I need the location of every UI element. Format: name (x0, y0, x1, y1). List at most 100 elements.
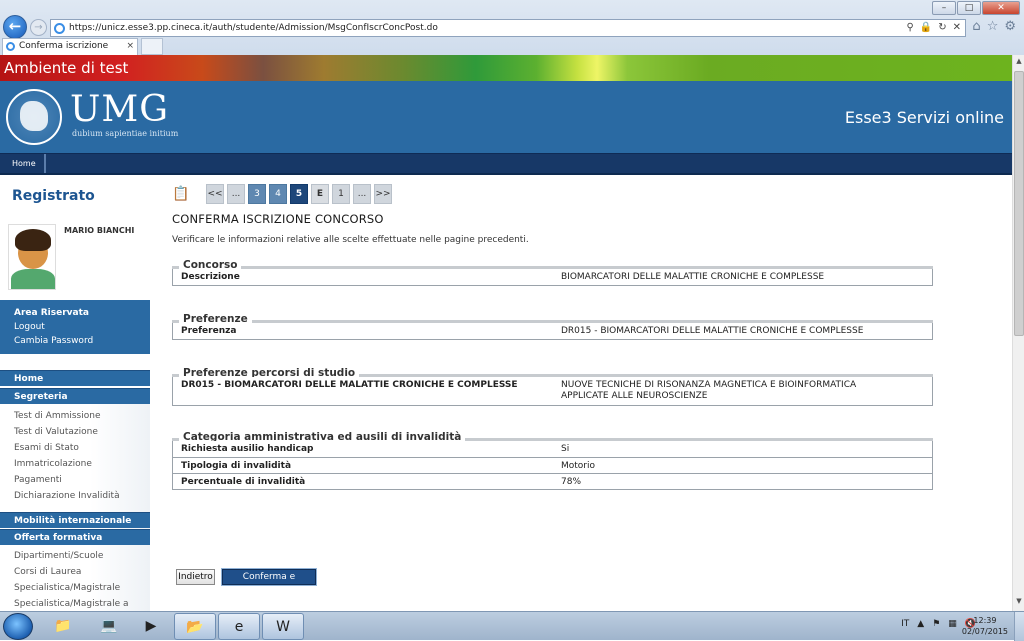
word-icon[interactable]: W (262, 613, 304, 640)
concorso-row: Descrizione BIOMARCATORI DELLE MALATTIE … (173, 269, 932, 285)
show-desktop-button[interactable] (1014, 612, 1024, 641)
pager-step-e[interactable]: E (311, 184, 329, 204)
computer-icon[interactable]: 💻 (88, 613, 130, 640)
logout-link[interactable]: Logout (14, 320, 150, 334)
reserved-area-link[interactable]: Area Riservata (14, 306, 150, 320)
menu-item-immatricolazione[interactable]: Immatricolazione (14, 459, 92, 469)
close-icon[interactable]: ✕ (953, 20, 961, 36)
pager-step-1[interactable]: 1 (332, 184, 350, 204)
browser-tab[interactable]: Conferma iscrizione conco... × (2, 38, 138, 66)
change-password-link[interactable]: Cambia Password (14, 334, 150, 348)
percorso-value: NUOVE TECNICHE DI RISONANZA MAGNETICA E … (561, 380, 857, 401)
flag-icon[interactable]: ⚑ (932, 619, 940, 629)
percorso-label: DR015 - BIOMARCATORI DELLE MALATTIE CRON… (181, 380, 518, 390)
window-controls: – □ ✕ (932, 1, 1020, 15)
fieldset-concorso: Descrizione BIOMARCATORI DELLE MALATTIE … (172, 269, 933, 286)
clock-date: 02/07/2015 (961, 627, 1008, 636)
menu-segreteria[interactable]: Segreteria (0, 388, 150, 404)
ie-page-icon (54, 23, 65, 34)
clock-time: 12:39 (973, 616, 997, 625)
media-player-icon[interactable]: ▶ (130, 613, 172, 640)
back-button[interactable]: Indietro (176, 569, 215, 585)
gear-icon[interactable]: ⚙ (1004, 19, 1016, 34)
tab-close-icon[interactable]: × (126, 39, 134, 54)
site-header: UMG dubium sapientiae initium Esse3 Serv… (0, 81, 1012, 153)
ie-icon[interactable]: e (218, 613, 260, 640)
menu-item-dichiarazione-invalidita[interactable]: Dichiarazione Invalidità (14, 491, 120, 501)
home-icon[interactable]: ⌂ (972, 19, 980, 34)
ausilio-label: Richiesta ausilio handicap (181, 444, 314, 454)
top-navigation: Home (0, 153, 1012, 173)
page-viewport: Ambiente di test UMG dubium sapientiae i… (0, 55, 1012, 611)
refresh-icon[interactable]: ↻ (938, 20, 946, 36)
percentuale-label: Percentuale di invalidità (181, 477, 306, 487)
fieldset-preferenze: Preferenza DR015 - BIOMARCATORI DELLE MA… (172, 323, 933, 340)
pager-ellipsis-right[interactable]: ... (353, 184, 371, 204)
page-intro: Verificare le informazioni relative alle… (172, 235, 529, 245)
menu-item-test-valutazione[interactable]: Test di Valutazione (14, 427, 98, 437)
menu-offerta-formativa[interactable]: Offerta formativa (0, 529, 150, 545)
pager-step-4[interactable]: 4 (269, 184, 287, 204)
pager-ellipsis-left[interactable]: ... (227, 184, 245, 204)
pager-step-5-current[interactable]: 5 (290, 184, 308, 204)
forward-button[interactable]: → (30, 19, 47, 36)
step-pager: 📋 << ... 3 4 5 E 1 ... >> (172, 184, 395, 204)
menu-item-dipartimenti[interactable]: Dipartimenti/Scuole (14, 551, 103, 561)
scroll-up-icon[interactable]: ▲ (1014, 57, 1024, 69)
fieldset-percorsi: DR015 - BIOMARCATORI DELLE MALATTIE CRON… (172, 377, 933, 406)
language-indicator[interactable]: IT (901, 619, 909, 629)
clock[interactable]: 12:39 02/07/2015 (962, 615, 1008, 637)
scroll-thumb[interactable] (1014, 71, 1024, 336)
menu-home[interactable]: Home (0, 370, 150, 386)
close-window-button[interactable]: ✕ (982, 1, 1020, 15)
tray-expand-icon[interactable]: ▲ (917, 619, 924, 629)
avatar (8, 224, 56, 290)
browser-chrome: – □ ✕ ← → https://unicz.esse3.pp.cineca.… (0, 0, 1024, 66)
favorites-star-icon[interactable]: ☆ (987, 19, 999, 34)
address-bar[interactable]: https://unicz.esse3.pp.cineca.it/auth/st… (50, 19, 966, 37)
folder-icon[interactable]: 📂 (174, 613, 216, 640)
menu-item-specialistica[interactable]: Specialistica/Magistrale (14, 583, 120, 593)
toolbar-icons: ⌂ ☆ ⚙ (972, 19, 1016, 34)
minimize-button[interactable]: – (932, 1, 956, 15)
concorso-label: Descrizione (181, 272, 240, 282)
menu-item-test-ammissione[interactable]: Test di Ammissione (14, 411, 100, 421)
logo-motto: dubium sapientiae initium (72, 129, 179, 138)
preferenza-row: Preferenza DR015 - BIOMARCATORI DELLE MA… (173, 323, 932, 339)
topnav-divider (0, 173, 1012, 175)
user-name: MARIO BIANCHI (64, 226, 135, 235)
taskbar: 📁 💻 ▶ 📂 e W IT ▲ ⚑ ▦ 🔇 12:39 02/07/2015 (0, 611, 1024, 641)
percentuale-value: 78% (561, 477, 582, 487)
lock-icon[interactable]: 🔒 (920, 20, 932, 36)
sidebar-title: Registrato (12, 188, 95, 204)
confirm-button[interactable]: Conferma e prosegui (222, 569, 316, 596)
categoria-row: Richiesta ausilio handicap Si (173, 441, 932, 457)
address-tools: ⚲ 🔒 ↻ ✕ (906, 20, 961, 36)
network-icon[interactable]: ▦ (948, 619, 957, 629)
pager-step-3[interactable]: 3 (248, 184, 266, 204)
fieldset-categoria: Richiesta ausilio handicap Si Tipologia … (172, 441, 933, 490)
menu-item-corsi-laurea[interactable]: Corsi di Laurea (14, 567, 81, 577)
pager-last[interactable]: >> (374, 184, 392, 204)
ausilio-value: Si (561, 444, 570, 454)
sidebar: Registrato MARIO BIANCHI Area Riservata … (0, 172, 150, 611)
menu-item-specialistica-a[interactable]: Specialistica/Magistrale a (14, 599, 128, 609)
university-seal-logo[interactable] (6, 89, 62, 145)
explorer-icon[interactable]: 📁 (42, 613, 84, 640)
topnav-home-link[interactable]: Home (4, 154, 46, 173)
preferenza-value: DR015 - BIOMARCATORI DELLE MALATTIE CRON… (561, 326, 864, 336)
search-icon[interactable]: ⚲ (906, 20, 913, 36)
menu-mobilita[interactable]: Mobilità internazionale (0, 512, 150, 528)
start-button[interactable] (3, 613, 33, 640)
categoria-row: Tipologia di invalidità Motorio (173, 457, 932, 473)
new-tab-button[interactable] (141, 38, 163, 55)
page-scrollbar[interactable]: ▲ ▼ (1012, 55, 1024, 611)
menu-item-esami-stato[interactable]: Esami di Stato (14, 443, 79, 453)
ie-tab-icon (6, 42, 15, 51)
logo-text[interactable]: UMG (70, 89, 169, 130)
pager-first[interactable]: << (206, 184, 224, 204)
maximize-button[interactable]: □ (957, 1, 981, 15)
scroll-down-icon[interactable]: ▼ (1014, 597, 1024, 609)
menu-item-pagamenti[interactable]: Pagamenti (14, 475, 62, 485)
back-button[interactable]: ← (3, 15, 27, 39)
